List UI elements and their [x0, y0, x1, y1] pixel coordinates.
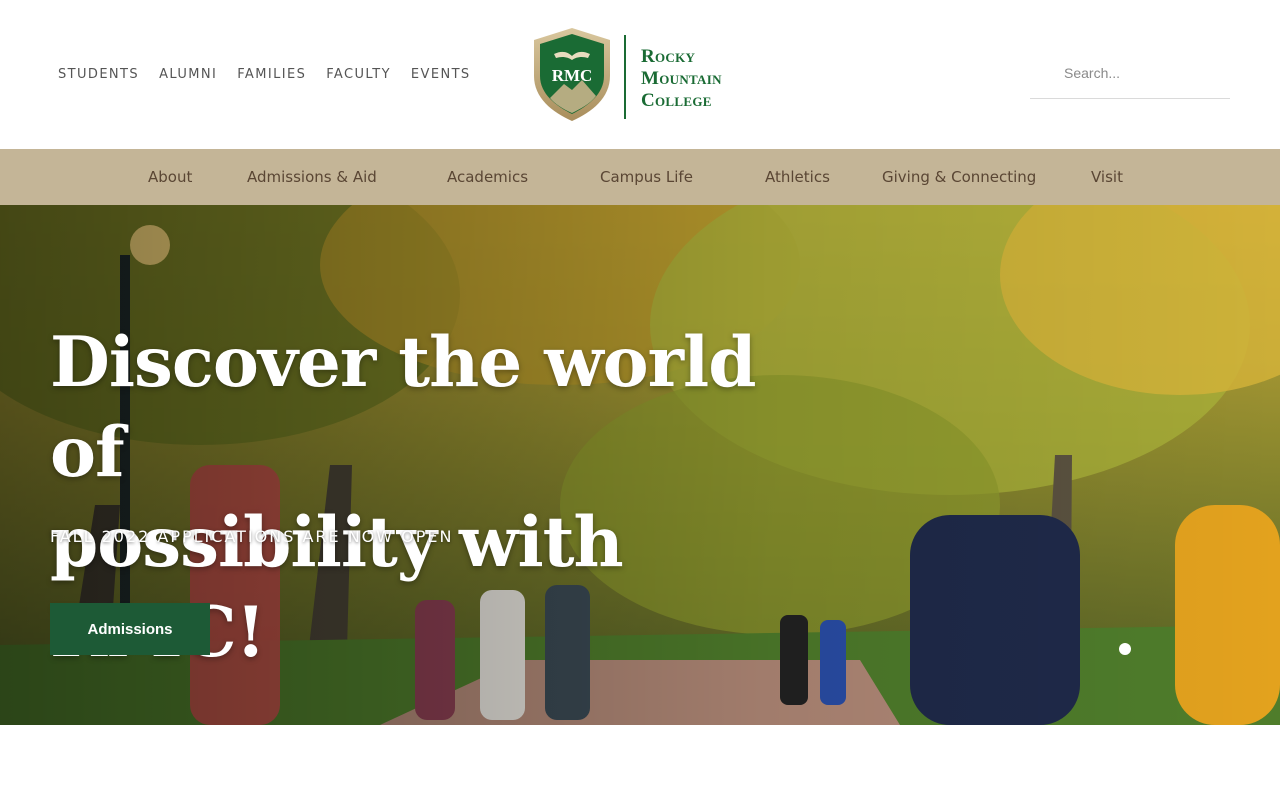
college-name[interactable]: Rocky Mountain College	[641, 46, 722, 112]
nav-item-athletics[interactable]: Athletics	[765, 168, 830, 186]
search-box	[1030, 54, 1236, 99]
utility-nav: STUDENTS ALUMNI FAMILIES FACULTY EVENTS	[58, 67, 471, 83]
utility-link-families[interactable]: FAMILIES	[237, 67, 306, 83]
admissions-button[interactable]: Admissions	[50, 603, 210, 655]
main-nav: About Admissions & Aid Academics Campus …	[0, 149, 1280, 205]
college-name-line-1: Rocky	[641, 46, 696, 67]
utility-link-alumni[interactable]: ALUMNI	[159, 67, 217, 83]
carousel-dot[interactable]	[1119, 643, 1131, 655]
site-header: STUDENTS ALUMNI FAMILIES FACULTY EVENTS …	[0, 0, 1280, 149]
nav-item-about[interactable]: About	[148, 168, 192, 186]
utility-link-faculty[interactable]: FACULTY	[326, 67, 391, 83]
nav-item-campus-life[interactable]: Campus Life	[600, 168, 693, 186]
utility-link-students[interactable]: STUDENTS	[58, 67, 139, 83]
crest-monogram: RMC	[552, 66, 593, 85]
logo-divider	[624, 35, 626, 119]
college-name-line-3: College	[641, 90, 712, 111]
search-input[interactable]	[1062, 64, 1236, 82]
nav-item-visit[interactable]: Visit	[1091, 168, 1123, 186]
hero-subheadline: FALL 2022 APPLICATIONS ARE NOW OPEN	[50, 527, 454, 546]
utility-link-events[interactable]: EVENTS	[411, 67, 471, 83]
college-name-line-2: Mountain	[641, 68, 722, 89]
hero-carousel: Discover the world of possibility with R…	[0, 205, 1280, 725]
nav-item-admissions-aid[interactable]: Admissions & Aid	[247, 168, 377, 186]
nav-item-academics[interactable]: Academics	[447, 168, 528, 186]
content-area	[0, 725, 1280, 789]
nav-item-giving-connecting[interactable]: Giving & Connecting	[882, 168, 1036, 186]
